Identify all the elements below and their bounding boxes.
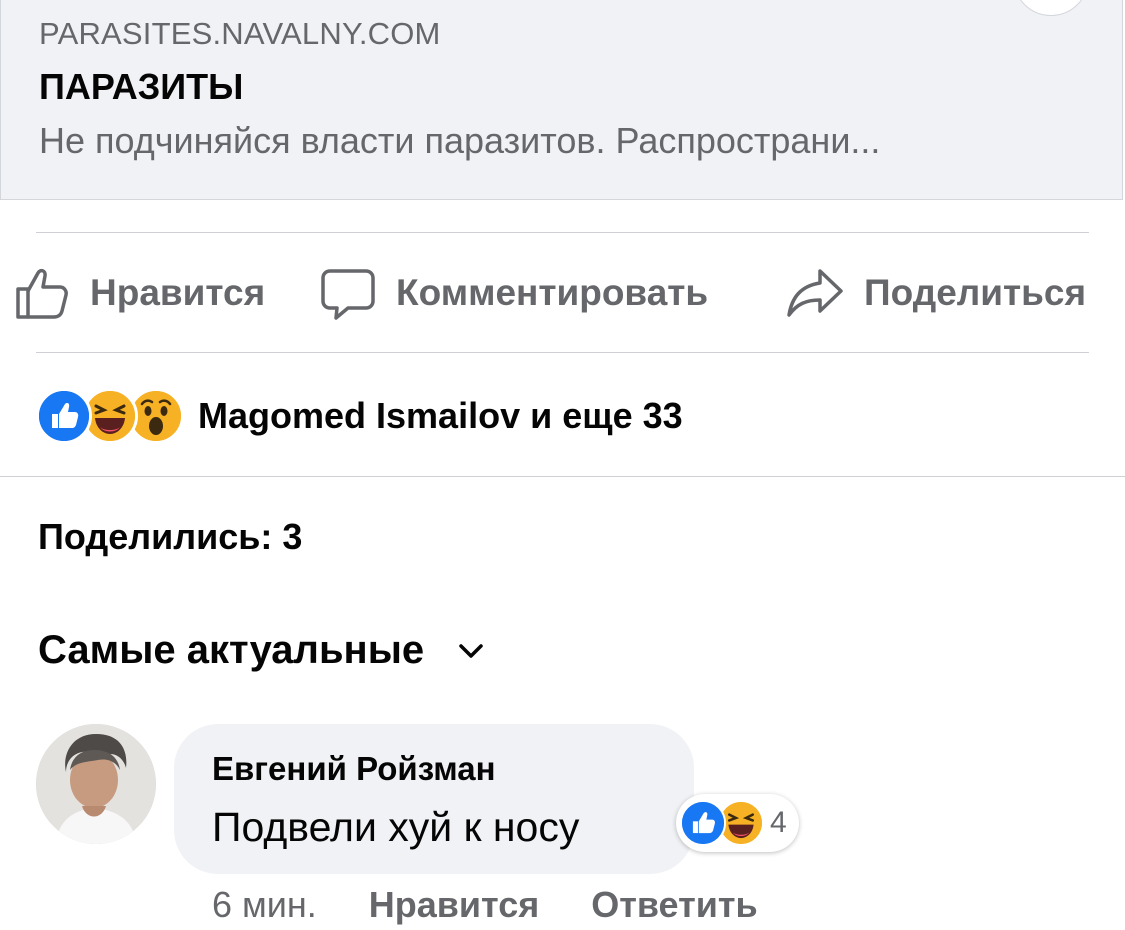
comment-reply-button[interactable]: Ответить	[591, 884, 757, 926]
reactions-summary-text: Magomed Ismailov и еще 33	[198, 395, 683, 436]
link-title: ПАРАЗИТЫ	[39, 66, 244, 107]
thumbs-up-icon	[16, 268, 68, 319]
post-action-bar: Нравится Комментировать Поделиться	[0, 233, 1125, 353]
divider	[0, 476, 1125, 477]
link-preview-card[interactable]: PARASITES.NAVALNY.COM ПАРАЗИТЫ Не подчин…	[0, 0, 1123, 200]
like-button[interactable]: Нравится	[14, 233, 265, 353]
chevron-down-icon	[459, 643, 483, 658]
share-arrow-icon	[787, 269, 843, 317]
share-label: Поделиться	[864, 272, 1087, 313]
comment-text: Подвели хуй к носу	[212, 804, 580, 850]
comment-bubble[interactable]: Евгений Ройзман Подвели хуй к носу	[174, 724, 694, 874]
card-corner-button[interactable]	[1013, 0, 1089, 16]
comment-time[interactable]: 6 мин.	[212, 884, 317, 926]
comment-reaction-count: 4	[770, 806, 787, 839]
reactions-summary[interactable]: Magomed Ismailov и еще 33	[36, 388, 683, 444]
comment-reactions-badge[interactable]: 4	[676, 794, 799, 852]
divider	[36, 352, 1089, 353]
comment-button[interactable]: Комментировать	[320, 233, 708, 353]
speech-bubble-icon	[321, 269, 375, 320]
comment-meta: 6 мин. Нравится Ответить	[212, 884, 758, 926]
like-label: Нравится	[90, 272, 266, 313]
like-icon	[36, 388, 92, 444]
comment-label: Комментировать	[396, 272, 709, 313]
link-description: Не подчиняйся власти паразитов. Распрост…	[39, 120, 881, 161]
like-icon	[680, 800, 726, 846]
comments-sort-dropdown[interactable]: Самые актуальные	[38, 628, 484, 673]
share-button[interactable]: Поделиться	[786, 233, 1086, 353]
comments-sort-label: Самые актуальные	[38, 628, 425, 672]
avatar[interactable]	[36, 724, 156, 844]
comment-like-button[interactable]: Нравится	[369, 884, 539, 926]
shares-count[interactable]: Поделились: 3	[38, 516, 302, 558]
link-domain: PARASITES.NAVALNY.COM	[39, 16, 441, 51]
comment-author[interactable]: Евгений Ройзман	[212, 750, 496, 788]
